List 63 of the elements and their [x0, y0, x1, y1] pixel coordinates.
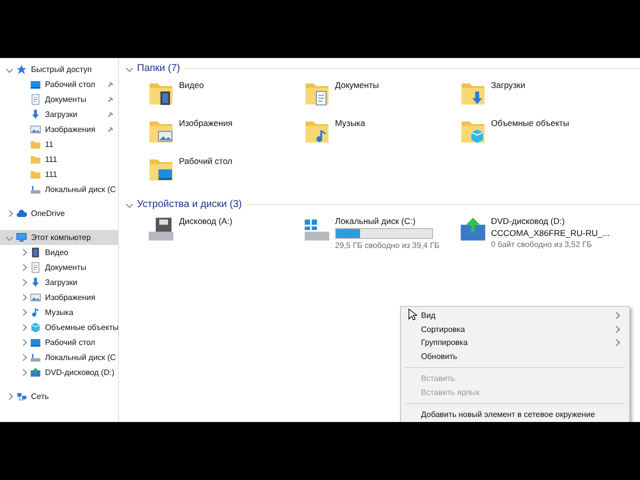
tree-item[interactable]: Рабочий стол [0, 335, 118, 350]
cube-icon [30, 322, 41, 333]
tree-item[interactable]: Рабочий стол [0, 77, 118, 92]
disc-drive-icon [30, 367, 41, 378]
folder-name[interactable]: Рабочий стол [179, 156, 232, 190]
tree-item[interactable]: Быстрый доступ [0, 62, 118, 77]
film-icon [30, 247, 41, 258]
folder-icon [30, 139, 41, 150]
monitor-icon [30, 337, 41, 348]
music-note-icon [30, 307, 41, 318]
tree-item[interactable]: Объемные объекты [0, 320, 118, 335]
menu-item[interactable]: Обновить [401, 350, 629, 363]
cloud-icon [16, 208, 27, 219]
section-header[interactable]: Папки (7) [137, 62, 180, 74]
menu-item[interactable]: Сортировка [401, 322, 629, 336]
drive-icon [30, 352, 41, 363]
folder-icon [30, 169, 41, 180]
folder-name[interactable]: Изображения [179, 118, 232, 152]
picture-icon [30, 124, 41, 135]
folder-name[interactable]: Загрузки [491, 80, 526, 114]
menu-item[interactable]: Группировка [401, 336, 629, 350]
network-icon [16, 391, 27, 402]
tree-item[interactable]: 11 [0, 137, 118, 152]
download-arrow-icon [30, 109, 41, 120]
picture-icon [30, 292, 41, 303]
free-space-text: 0 байт свободно из 3,52 ГБ [491, 240, 593, 249]
tree-item[interactable]: Изображения [0, 122, 118, 137]
mouse-pointer-icon [408, 308, 417, 321]
folder-icon [30, 154, 41, 165]
tree-item[interactable]: 111 [0, 167, 118, 182]
document-icon [30, 262, 41, 273]
drive-name[interactable]: DVD-дисковод (D:) [491, 216, 610, 226]
monitor-icon [16, 232, 27, 243]
drive-icon [30, 184, 41, 195]
tree-item[interactable]: Сеть [0, 389, 118, 404]
tree-item[interactable]: Локальный диск (C [0, 350, 118, 365]
star-icon [16, 64, 27, 75]
tree-item[interactable]: Изображения [0, 290, 118, 305]
tree-item[interactable]: DVD-дисковод (D:) [0, 365, 118, 380]
section-header[interactable]: Устройства и диски (3) [137, 198, 242, 210]
menu-item[interactable]: Добавить новый элемент в сетевое окружение [401, 408, 629, 422]
drive-name[interactable]: Локальный диск (C:) [335, 216, 440, 226]
tree-item[interactable]: Загрузки [0, 275, 118, 290]
drive-name[interactable]: Дисковод (A:) [179, 216, 232, 226]
tree-item[interactable]: Загрузки [0, 107, 118, 122]
folder-name[interactable]: Музыка [335, 118, 366, 152]
tree-item[interactable]: Музыка [0, 305, 118, 320]
document-icon [30, 94, 41, 105]
tree-item[interactable]: OneDrive [0, 206, 118, 221]
tree-item[interactable]: Локальный диск (C [0, 182, 118, 197]
menu-item[interactable]: Вид [401, 309, 629, 322]
download-arrow-icon [30, 277, 41, 288]
folder-name[interactable]: Документы [335, 80, 379, 114]
tree-item[interactable]: 111 [0, 152, 118, 167]
folder-name[interactable]: Объемные объекты [491, 118, 570, 152]
tree-item[interactable]: Документы [0, 260, 118, 275]
free-space-text: 29,5 ГБ свободно из 39,4 ГБ [335, 241, 440, 250]
folder-name[interactable]: Видео [179, 80, 204, 114]
tree-item[interactable]: Видео [0, 245, 118, 260]
tree-item[interactable]: Этот компьютер [0, 230, 118, 245]
monitor-icon [30, 79, 41, 90]
tree-item[interactable]: Документы [0, 92, 118, 107]
volume-label: CCCOMA_X86FRE_RU-RU_... [491, 228, 610, 238]
